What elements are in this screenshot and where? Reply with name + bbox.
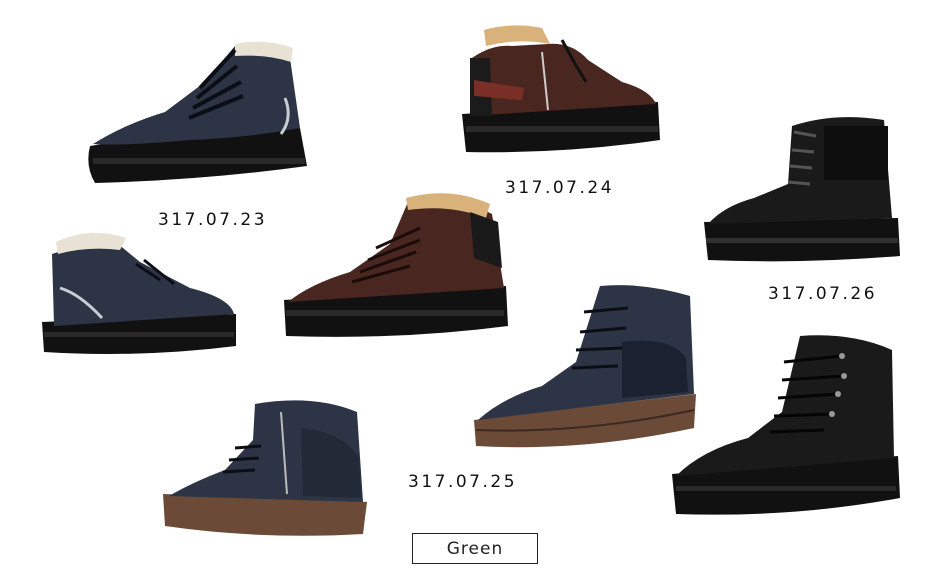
navy-suede-boot-back-image: [163, 400, 367, 536]
black-high-top-strap-image: [704, 117, 900, 262]
product-code-317-07-24: 317.07.24: [505, 178, 615, 198]
brand-label-text: Green: [446, 538, 504, 559]
brand-label: Green: [412, 533, 538, 564]
black-leather-hiker-image: [672, 335, 900, 515]
product-code-317-07-23: 317.07.23: [158, 210, 268, 230]
product-code-317-07-25: 317.07.25: [408, 472, 518, 492]
navy-fur-high-top-image: [42, 232, 236, 354]
product-code-317-07-26: 317.07.26: [768, 284, 878, 304]
navy-leather-sneaker-image: [88, 41, 307, 183]
navy-suede-hiker-image: [474, 285, 696, 448]
brown-suede-boot-back-image: [462, 25, 660, 153]
